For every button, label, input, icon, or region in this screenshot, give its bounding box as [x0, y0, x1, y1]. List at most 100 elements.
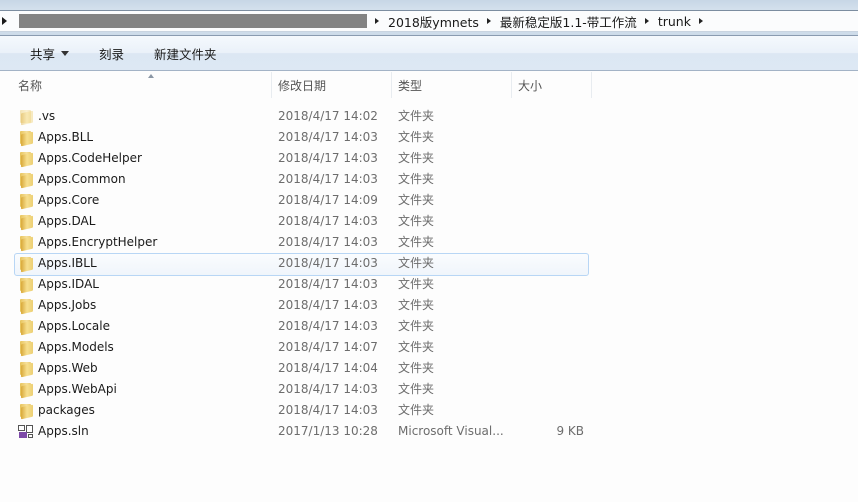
file-name: Apps.EncryptHelper	[38, 235, 158, 249]
address-bar[interactable]: 2018版ymnets 最新稳定版1.1-带工作流 trunk	[0, 10, 858, 32]
folder-icon	[18, 193, 34, 210]
file-type: 文件夹	[398, 130, 435, 144]
column-header-name[interactable]: 名称	[12, 72, 272, 98]
file-date: 2018/4/17 14:09	[278, 193, 378, 207]
file-row[interactable]: Apps.Core 2018/4/17 14:09 文件夹	[0, 190, 858, 211]
sort-ascending-icon	[148, 74, 154, 78]
breadcrumb-item[interactable]: trunk	[658, 14, 691, 29]
breadcrumb-item[interactable]: 最新稳定版1.1-带工作流	[500, 12, 637, 31]
file-date: 2018/4/17 14:03	[278, 130, 378, 144]
new-folder-button[interactable]: 新建文件夹	[154, 44, 217, 63]
file-row[interactable]: .vs 2018/4/17 14:02 文件夹	[0, 106, 858, 127]
file-name: .vs	[38, 109, 56, 123]
file-row[interactable]: Apps.CodeHelper 2018/4/17 14:03 文件夹	[0, 148, 858, 169]
file-size	[530, 379, 584, 400]
folder-icon	[18, 298, 34, 315]
file-size	[530, 232, 584, 253]
file-date: 2017/1/13 10:28	[278, 424, 378, 438]
file-name: Apps.Core	[38, 193, 100, 207]
file-type: 文件夹	[398, 235, 435, 249]
folder-icon	[18, 130, 34, 147]
file-type: 文件夹	[398, 319, 435, 333]
file-date: 2018/4/17 14:03	[278, 214, 378, 228]
file-date: 2018/4/17 14:03	[278, 298, 378, 312]
file-name: Apps.Web	[38, 361, 98, 375]
file-type: 文件夹	[398, 298, 435, 312]
file-size	[530, 127, 584, 148]
file-size	[530, 358, 584, 379]
column-header-size-label: 大小	[518, 78, 543, 93]
file-name: Apps.WebApi	[38, 382, 117, 396]
file-size	[530, 211, 584, 232]
file-name: Apps.IDAL	[38, 277, 99, 291]
file-date: 2018/4/17 14:03	[278, 403, 378, 417]
burn-button[interactable]: 刻录	[99, 44, 124, 63]
file-name: packages	[38, 403, 95, 417]
file-date: 2018/4/17 14:04	[278, 361, 378, 375]
column-header-type-label: 类型	[398, 78, 423, 93]
folder-icon	[18, 214, 34, 231]
file-date: 2018/4/17 14:07	[278, 340, 378, 354]
breadcrumb-separator-icon[interactable]	[375, 18, 379, 24]
breadcrumb-item[interactable]: 2018版ymnets	[388, 12, 479, 31]
file-name: Apps.DAL	[38, 214, 96, 228]
column-header-name-label: 名称	[18, 78, 43, 93]
file-row[interactable]: Apps.sln 2017/1/13 10:28 Microsoft Visual.…	[0, 421, 858, 442]
file-size	[530, 295, 584, 316]
file-name: Apps.Models	[38, 340, 114, 354]
file-date: 2018/4/17 14:03	[278, 319, 378, 333]
vs-solution-icon	[18, 424, 34, 439]
file-row[interactable]: Apps.IBLL 2018/4/17 14:03 文件夹	[0, 253, 858, 276]
file-name: Apps.Locale	[38, 319, 110, 333]
breadcrumb-root-arrow-icon[interactable]	[2, 17, 7, 25]
folder-icon	[18, 256, 34, 273]
file-date: 2018/4/17 14:03	[278, 235, 378, 249]
file-row[interactable]: Apps.DAL 2018/4/17 14:03 文件夹	[0, 211, 858, 232]
breadcrumb-separator-icon[interactable]	[486, 18, 491, 24]
file-row[interactable]: Apps.BLL 2018/4/17 14:03 文件夹	[0, 127, 858, 148]
file-size	[530, 169, 584, 190]
file-row[interactable]: Apps.Models 2018/4/17 14:07 文件夹	[0, 337, 858, 358]
column-header-date[interactable]: 修改日期	[272, 72, 392, 98]
address-bar-strip: 2018版ymnets 最新稳定版1.1-带工作流 trunk	[0, 0, 858, 35]
file-type: 文件夹	[398, 340, 435, 354]
file-row[interactable]: Apps.Locale 2018/4/17 14:03 文件夹	[0, 316, 858, 337]
command-bar: 共享 刻录 新建文件夹	[0, 35, 858, 71]
file-type: 文件夹	[398, 256, 435, 270]
file-row[interactable]: Apps.Common 2018/4/17 14:03 文件夹	[0, 169, 858, 190]
file-type: 文件夹	[398, 403, 435, 417]
file-size	[530, 400, 584, 421]
file-type: 文件夹	[398, 193, 435, 207]
file-date: 2018/4/17 14:03	[278, 256, 378, 270]
breadcrumb-separator-icon[interactable]	[644, 18, 649, 24]
file-date: 2018/4/17 14:03	[278, 172, 378, 186]
file-type: 文件夹	[398, 109, 435, 123]
file-row[interactable]: Apps.Web 2018/4/17 14:04 文件夹	[0, 358, 858, 379]
file-name: Apps.Jobs	[38, 298, 97, 312]
folder-icon	[18, 340, 34, 357]
folder-icon	[18, 361, 34, 378]
file-row[interactable]: Apps.IDAL 2018/4/17 14:03 文件夹	[0, 274, 858, 295]
folder-icon	[18, 151, 34, 168]
file-type: Microsoft Visual...	[398, 424, 504, 438]
folder-icon	[18, 172, 34, 189]
column-header-size[interactable]: 大小	[512, 72, 592, 98]
file-row[interactable]: Apps.EncryptHelper 2018/4/17 14:03 文件夹	[0, 232, 858, 253]
folder-hidden-icon	[18, 109, 34, 126]
file-row[interactable]: packages 2018/4/17 14:03 文件夹	[0, 400, 858, 421]
folder-icon	[18, 319, 34, 336]
file-row[interactable]: Apps.Jobs 2018/4/17 14:03 文件夹	[0, 295, 858, 316]
chevron-down-icon	[61, 51, 70, 56]
file-type: 文件夹	[398, 361, 435, 375]
column-header-type[interactable]: 类型	[392, 72, 512, 98]
share-button[interactable]: 共享	[30, 44, 70, 63]
file-date: 2018/4/17 14:03	[278, 151, 378, 165]
breadcrumb-separator-icon[interactable]	[698, 18, 703, 24]
redacted-path	[19, 14, 367, 28]
file-size	[530, 190, 584, 211]
folder-icon	[18, 403, 34, 420]
file-date: 2018/4/17 14:03	[278, 277, 378, 291]
file-row[interactable]: Apps.WebApi 2018/4/17 14:03 文件夹	[0, 379, 858, 400]
file-type: 文件夹	[398, 214, 435, 228]
file-name: Apps.sln	[38, 424, 89, 438]
